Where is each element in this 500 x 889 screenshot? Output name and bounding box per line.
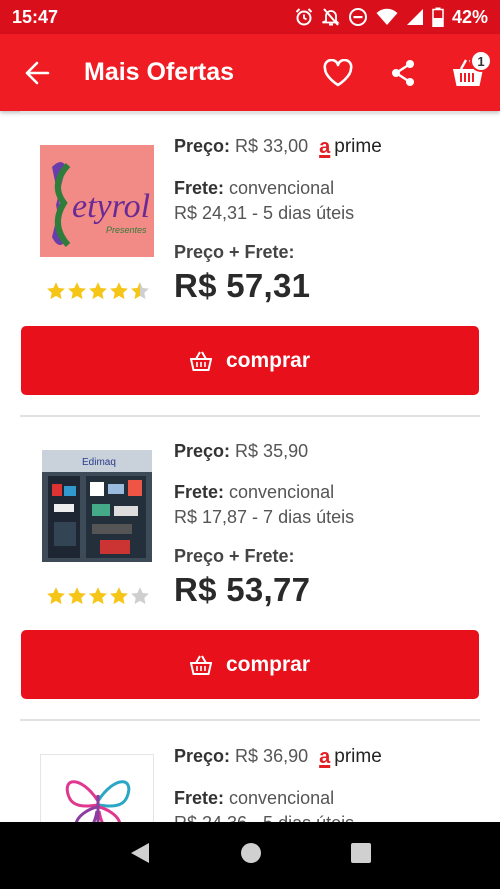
price-row: Preço: R$ 33,00 a prime <box>174 136 474 158</box>
price-row: Preço: R$ 36,90 a prime <box>174 746 474 768</box>
share-button[interactable] <box>370 34 435 111</box>
alarm-icon <box>294 7 314 27</box>
seller-logo[interactable] <box>40 754 154 822</box>
prime-label: prime <box>334 136 382 158</box>
price-value: R$ 33,00 <box>235 136 309 156</box>
star-icon <box>110 282 128 300</box>
nav-home-icon <box>240 843 261 863</box>
nav-back-button[interactable] <box>129 841 151 870</box>
seller-logo[interactable]: etyrol Presentes <box>40 145 154 257</box>
svg-text:Presentes: Presentes <box>106 225 147 235</box>
star-half-icon <box>131 282 149 300</box>
price-row: Preço: R$ 35,90 <box>174 441 474 462</box>
prime-logo-a: a <box>319 136 331 159</box>
signal-icon <box>406 8 424 26</box>
basket-icon <box>189 655 212 675</box>
star-icon <box>68 587 86 605</box>
app-bar: Mais Ofertas 1 <box>0 34 500 111</box>
shipping-detail: R$ 24,36 - 5 dias úteis <box>174 813 474 822</box>
star-empty-icon <box>131 587 149 605</box>
star-icon <box>89 282 107 300</box>
favorite-button[interactable] <box>305 34 370 111</box>
buy-button[interactable]: comprar <box>21 326 479 395</box>
offer-card: Edimaq Preço: R$ 35,90 Frete: convencion… <box>0 416 500 721</box>
shipping-label: Frete: <box>174 788 225 809</box>
system-nav-bar <box>0 822 500 889</box>
prime-badge: a prime <box>319 746 382 768</box>
status-icons: 42% <box>294 7 488 28</box>
price-value: R$ 35,90 <box>235 441 309 461</box>
cart-button[interactable]: 1 <box>435 34 500 111</box>
cart-count-badge: 1 <box>470 50 492 72</box>
star-icon <box>47 282 65 300</box>
status-time: 15:47 <box>12 6 59 27</box>
star-icon <box>110 587 128 605</box>
shipping-type: convencional <box>229 788 335 809</box>
svg-text:Edimaq: Edimaq <box>82 457 116 468</box>
offer-card: etyrol Presentes Preço: R$ 33,00 a prime… <box>0 111 500 416</box>
offers-list[interactable]: etyrol Presentes Preço: R$ 33,00 a prime… <box>0 111 500 822</box>
page-title: Mais Ofertas <box>84 58 235 86</box>
total-label: Preço + Frete: <box>174 546 295 566</box>
shipping-row: Frete: convencional <box>174 482 474 503</box>
shipping-detail: R$ 17,87 - 7 dias úteis <box>174 507 355 527</box>
wifi-icon <box>376 8 398 26</box>
heart-icon <box>322 58 353 86</box>
prime-label: prime <box>334 746 382 768</box>
shipping-row: Frete: convencional <box>174 788 474 809</box>
offer-info: Preço: R$ 36,90 a prime Frete: convencio… <box>174 746 474 822</box>
rating-stars <box>46 586 150 606</box>
app-bar-actions: 1 <box>305 34 500 111</box>
prime-logo-a: a <box>319 746 331 769</box>
buy-button[interactable]: comprar <box>21 630 479 699</box>
nav-home-button[interactable] <box>240 842 262 869</box>
buy-button-label: comprar <box>225 348 311 372</box>
do-not-disturb-icon <box>348 7 368 27</box>
price-value: R$ 36,90 <box>235 746 309 766</box>
nav-back-icon <box>131 843 150 863</box>
offer-info: Preço: R$ 33,00 a prime Frete: convencio… <box>174 136 474 305</box>
total-label: Preço + Frete: <box>174 242 295 263</box>
shipping-label: Frete: <box>174 482 225 502</box>
rating-stars <box>46 281 150 301</box>
back-arrow-icon <box>25 61 50 84</box>
price-label: Preço: <box>174 746 231 766</box>
status-bar: 15:47 42% <box>0 0 500 34</box>
buy-button-label: comprar <box>225 652 311 676</box>
basket-icon <box>189 351 212 371</box>
back-button[interactable] <box>0 34 78 111</box>
star-icon <box>68 282 86 300</box>
shipping-label: Frete: <box>174 178 225 199</box>
shipping-type: convencional <box>229 482 335 502</box>
total-price: R$ 53,77 <box>174 571 311 608</box>
total-price: R$ 57,31 <box>174 267 311 305</box>
share-icon <box>391 59 414 86</box>
star-icon <box>89 587 107 605</box>
price-label: Preço: <box>174 136 231 156</box>
shipping-type: convencional <box>229 178 335 199</box>
svg-text:etyrol: etyrol <box>72 188 150 225</box>
notifications-off-icon <box>322 7 340 27</box>
offer-card: Preço: R$ 36,90 a prime Frete: convencio… <box>0 721 500 822</box>
prime-badge: a prime <box>319 136 382 158</box>
nav-recents-icon <box>350 843 371 863</box>
battery-percent: 42% <box>451 6 488 27</box>
offer-info: Preço: R$ 35,90 Frete: convencional R$ 1… <box>174 441 474 609</box>
battery-icon <box>432 7 444 27</box>
star-icon <box>47 587 65 605</box>
price-label: Preço: <box>174 441 231 461</box>
nav-recents-button[interactable] <box>350 843 371 868</box>
shipping-row: Frete: convencional <box>174 178 474 199</box>
seller-logo[interactable]: Edimaq <box>42 450 152 562</box>
shipping-detail: R$ 24,31 - 5 dias úteis <box>174 203 355 224</box>
